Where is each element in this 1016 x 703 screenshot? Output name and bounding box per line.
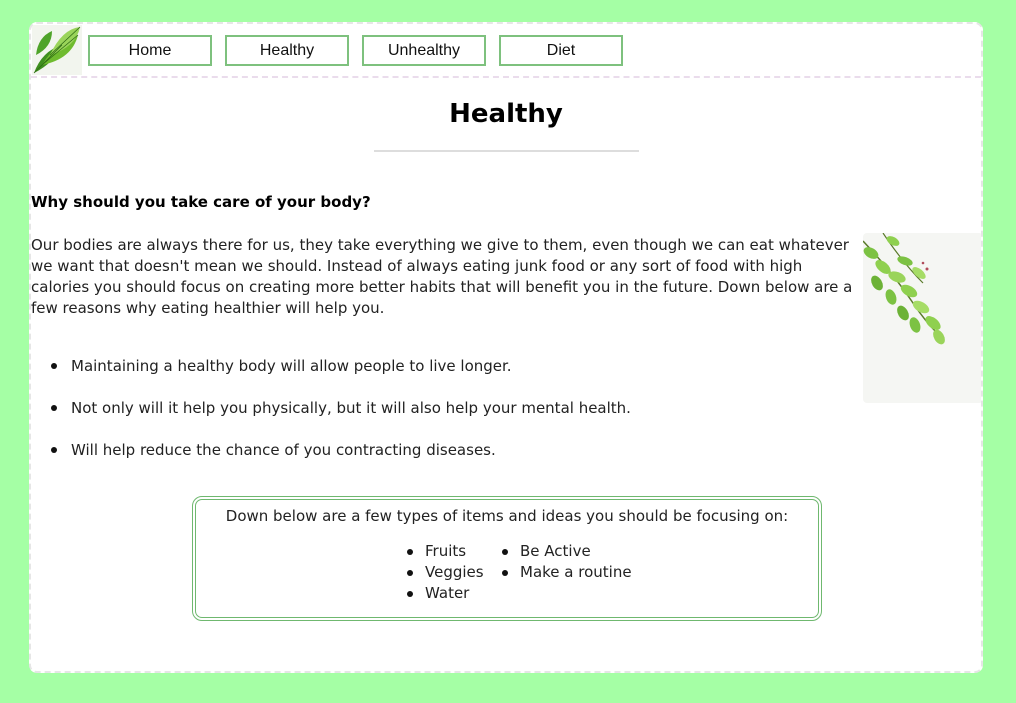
nav-diet-button[interactable]: Diet — [499, 35, 623, 66]
leaf-branch-image — [862, 232, 981, 403]
bullet-icon — [51, 363, 57, 369]
list-item: Water — [407, 583, 484, 604]
focus-list-column-2: Be Active Make a routine — [502, 541, 632, 583]
page-container: Home Healthy Unhealthy Diet Healthy Why … — [29, 22, 983, 673]
list-item-text: Be Active — [520, 542, 591, 560]
nav-healthy-button[interactable]: Healthy — [225, 35, 349, 66]
page-title: Healthy — [449, 99, 563, 129]
bullet-icon — [51, 447, 57, 453]
nav-unhealthy-button[interactable]: Unhealthy — [362, 35, 486, 66]
bullet-icon — [407, 549, 413, 555]
list-item-text: Make a routine — [520, 563, 632, 581]
list-item: Not only will it help you physically, bu… — [31, 398, 631, 440]
focus-list-column-1: Fruits Veggies Water — [407, 541, 484, 604]
bullet-icon — [502, 570, 508, 576]
list-item-text: Veggies — [425, 563, 484, 581]
bullet-icon — [51, 405, 57, 411]
list-item: Make a routine — [502, 562, 632, 583]
bullet-icon — [502, 549, 508, 555]
title-divider — [374, 150, 639, 152]
focus-intro-text: Down below are a few types of items and … — [225, 507, 789, 525]
bullet-icon — [407, 591, 413, 597]
list-item-text: Will help reduce the chance of you contr… — [71, 441, 496, 459]
section-heading: Why should you take care of your body? — [31, 193, 371, 211]
list-item: Veggies — [407, 562, 484, 583]
bullet-icon — [407, 570, 413, 576]
navbar: Home Healthy Unhealthy Diet — [31, 24, 981, 78]
list-item-text: Not only will it help you physically, bu… — [71, 399, 631, 417]
list-item: Maintaining a healthy body will allow pe… — [31, 356, 631, 398]
list-item-text: Maintaining a healthy body will allow pe… — [71, 357, 512, 375]
list-item-text: Water — [425, 584, 470, 602]
reasons-list: Maintaining a healthy body will allow pe… — [31, 356, 631, 482]
list-item: Will help reduce the chance of you contr… — [31, 440, 631, 482]
list-item-text: Fruits — [425, 542, 467, 560]
nav-home-button[interactable]: Home — [88, 35, 212, 66]
intro-paragraph: Our bodies are always there for us, they… — [31, 236, 853, 317]
list-item: Fruits — [407, 541, 484, 562]
focus-box: Down below are a few types of items and … — [192, 496, 822, 621]
list-item: Be Active — [502, 541, 632, 562]
leaf-logo-icon — [32, 25, 82, 75]
